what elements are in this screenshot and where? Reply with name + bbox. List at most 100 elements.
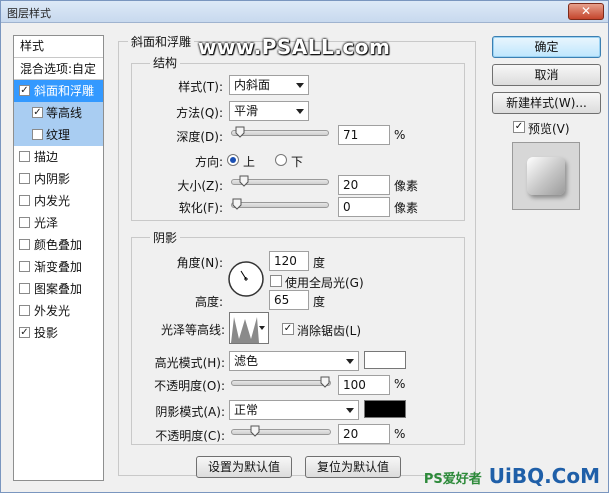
antialias-checkbox[interactable]: ✓ — [282, 323, 294, 335]
structure-title: 结构 — [150, 54, 181, 71]
direction-up-radio[interactable] — [227, 154, 239, 166]
style-item[interactable]: 内阴影 — [14, 168, 103, 190]
close-button[interactable]: ✕ — [568, 3, 604, 20]
style-item-checkbox[interactable] — [19, 261, 30, 272]
style-item-checkbox[interactable] — [19, 195, 30, 206]
style-item-label: 图案叠加 — [34, 282, 83, 296]
angle-dial[interactable] — [227, 260, 265, 298]
new-style-button[interactable]: 新建样式(W)... — [492, 92, 601, 114]
direction-down-label: 下 — [291, 155, 304, 169]
shadow-mode-select[interactable]: 正常 — [229, 400, 359, 420]
altitude-unit: 度 — [313, 295, 326, 309]
soften-slider[interactable] — [231, 198, 329, 210]
shadow-mode-label: 阴影模式(A): — [155, 405, 225, 419]
style-item[interactable]: 光泽 — [14, 212, 103, 234]
highlight-color-swatch[interactable] — [364, 351, 406, 369]
style-item[interactable]: 内发光 — [14, 190, 103, 212]
style-item-checkbox[interactable]: ✓ — [19, 327, 30, 338]
cancel-button[interactable]: 取消 — [492, 64, 601, 86]
method-value: 平滑 — [234, 104, 259, 118]
gloss-contour-picker[interactable] — [229, 312, 269, 344]
style-item-label: 光泽 — [34, 216, 59, 230]
shadow-color-swatch[interactable] — [364, 400, 406, 418]
preview-thumbnail — [512, 142, 580, 210]
style-item-label: 投影 — [34, 326, 59, 340]
preview-swatch — [527, 157, 565, 195]
style-item[interactable]: 颜色叠加 — [14, 234, 103, 256]
style-item-checkbox[interactable] — [32, 129, 43, 140]
direction-up-label: 上 — [243, 155, 256, 169]
direction-down-radio[interactable] — [275, 154, 287, 166]
altitude-input[interactable]: 65 — [269, 290, 309, 310]
highlight-opacity-label: 不透明度(O): — [154, 379, 225, 393]
watermark-logo-sub: PS爱好者 — [423, 472, 482, 487]
style-item-checkbox[interactable] — [19, 305, 30, 316]
global-light-label: 使用全局光(G) — [285, 276, 364, 290]
shadow-opacity-unit: % — [394, 427, 406, 441]
shadow-mode-value: 正常 — [234, 403, 259, 417]
style-item[interactable]: 外发光 — [14, 300, 103, 322]
preview-checkbox[interactable]: ✓ — [513, 121, 525, 133]
title-bar[interactable]: 图层样式 ✕ — [1, 1, 608, 23]
slider-thumb-icon[interactable] — [320, 376, 330, 388]
style-item[interactable]: ✓ 投影 — [14, 322, 103, 344]
shadow-opacity-input[interactable]: 20 — [338, 424, 390, 444]
highlight-opacity-input[interactable]: 100 — [338, 375, 390, 395]
style-item-label: 描边 — [34, 150, 59, 164]
depth-input[interactable]: 71 — [338, 125, 390, 145]
style-item-checkbox[interactable] — [19, 151, 30, 162]
soften-unit: 像素 — [394, 201, 419, 215]
direction-label: 方向: — [194, 155, 223, 169]
highlight-mode-select[interactable]: 滤色 — [229, 351, 359, 371]
style-item[interactable]: 图案叠加 — [14, 278, 103, 300]
style-item-label: 纹理 — [46, 128, 71, 142]
global-light-checkbox[interactable] — [270, 275, 282, 287]
slider-thumb-icon[interactable] — [232, 198, 242, 210]
highlight-opacity-unit: % — [394, 377, 406, 391]
style-item-checkbox[interactable] — [19, 217, 30, 228]
styles-header[interactable]: 样式 — [14, 36, 103, 58]
highlight-opacity-slider[interactable] — [231, 376, 331, 388]
style-item-checkbox[interactable] — [19, 239, 30, 250]
style-item[interactable]: ✓ 斜面和浮雕 — [14, 80, 103, 102]
antialias-label: 消除锯齿(L) — [297, 324, 362, 338]
method-label: 方法(Q): — [176, 106, 223, 120]
soften-input[interactable]: 0 — [338, 197, 390, 217]
style-item-checkbox[interactable]: ✓ — [32, 107, 43, 118]
highlight-mode-value: 滤色 — [234, 354, 259, 368]
size-unit: 像素 — [394, 179, 419, 193]
style-item-checkbox[interactable] — [19, 283, 30, 294]
chevron-down-icon — [346, 359, 354, 364]
method-select[interactable]: 平滑 — [229, 101, 309, 121]
chevron-down-icon — [296, 109, 304, 114]
style-item[interactable]: ✓ 等高线 — [14, 102, 103, 124]
watermark-logo: PS爱好者 UiBQ.CoM — [424, 464, 600, 488]
make-default-button[interactable]: 设置为默认值 — [196, 456, 292, 478]
altitude-label: 高度: — [194, 295, 223, 309]
blend-options-item[interactable]: 混合选项:自定 — [14, 58, 103, 80]
depth-slider[interactable] — [231, 126, 329, 138]
soften-label: 软化(F): — [178, 201, 223, 215]
reset-default-button[interactable]: 复位为默认值 — [305, 456, 401, 478]
slider-thumb-icon[interactable] — [250, 425, 260, 437]
angle-dial-icon — [228, 261, 264, 297]
shadow-opacity-slider[interactable] — [231, 425, 331, 437]
style-item[interactable]: 描边 — [14, 146, 103, 168]
bevel-emboss-title: 斜面和浮雕 — [128, 33, 195, 50]
style-item[interactable]: 纹理 — [14, 124, 103, 146]
shadow-opacity-label: 不透明度(C): — [155, 429, 225, 443]
angle-input[interactable]: 120 — [269, 251, 309, 271]
size-slider[interactable] — [231, 175, 329, 187]
slider-thumb-icon[interactable] — [239, 175, 249, 187]
size-label: 大小(Z): — [177, 179, 223, 193]
depth-label: 深度(D): — [176, 130, 223, 144]
style-item-checkbox[interactable]: ✓ — [19, 85, 30, 96]
style-select[interactable]: 内斜面 — [229, 75, 309, 95]
size-input[interactable]: 20 — [338, 175, 390, 195]
depth-unit: % — [394, 128, 406, 142]
slider-thumb-icon[interactable] — [235, 126, 245, 138]
style-item-label: 外发光 — [34, 304, 71, 318]
style-item[interactable]: 渐变叠加 — [14, 256, 103, 278]
style-item-checkbox[interactable] — [19, 173, 30, 184]
ok-button[interactable]: 确定 — [492, 36, 601, 58]
